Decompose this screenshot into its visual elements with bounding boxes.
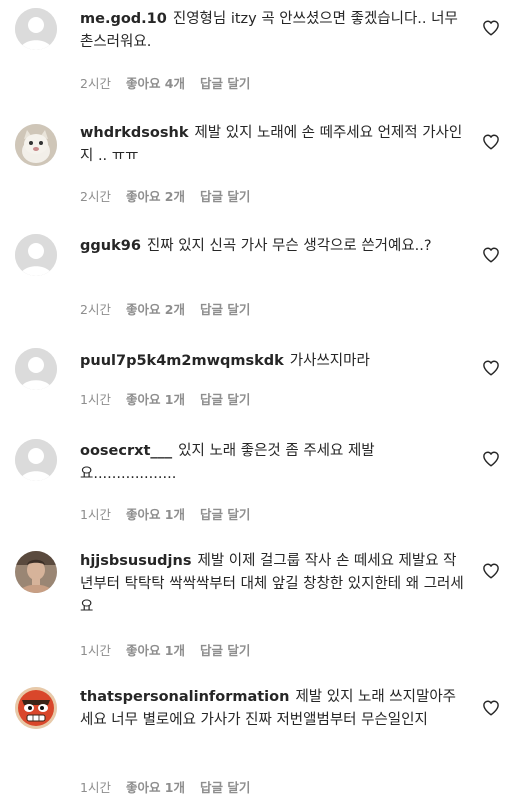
comment-time: 2시간 (80, 302, 111, 317)
comment-body: thatspersonalinformation 제발 있지 노래 쓰지말아주세요… (80, 686, 465, 732)
reply-button[interactable]: 답글 달기 (200, 73, 250, 92)
comment-likes[interactable]: 좋아요 1개 (126, 777, 185, 796)
comment-time: 1시간 (80, 780, 111, 795)
comment-text: 가사쓰지마라 (289, 353, 370, 369)
comment-meta: 2시간 좋아요 2개 답글 달기 (80, 186, 250, 205)
like-heart-icon[interactable] (482, 133, 500, 151)
like-heart-icon[interactable] (482, 450, 500, 468)
comment-time: 2시간 (80, 189, 111, 204)
default-avatar-icon[interactable] (15, 8, 57, 50)
comment-time: 1시간 (80, 507, 111, 522)
comment-meta: 1시간 좋아요 1개 답글 달기 (80, 504, 250, 523)
comment-body: oosecrxt___ 있지 노래 좋은것 좀 주세요 제발요..........… (80, 440, 465, 486)
comment-meta: 2시간 좋아요 2개 답글 달기 (80, 299, 250, 318)
default-avatar-icon[interactable] (15, 234, 57, 276)
comment-time: 1시간 (80, 392, 111, 407)
like-heart-icon[interactable] (482, 562, 500, 580)
comment-body: hjjsbsusudjns 제발 이제 걸그룹 작사 손 떼세요 제발요 작년부터… (80, 550, 465, 619)
default-avatar-icon[interactable] (15, 348, 57, 390)
comment-meta: 2시간 좋아요 4개 답글 달기 (80, 73, 250, 92)
like-heart-icon[interactable] (482, 246, 500, 264)
comment-username[interactable]: oosecrxt___ (80, 443, 172, 459)
comment-likes[interactable]: 좋아요 2개 (126, 186, 185, 205)
comment-likes[interactable]: 좋아요 4개 (126, 73, 185, 92)
like-heart-icon[interactable] (482, 359, 500, 377)
comment-username[interactable]: me.god.10 (80, 11, 167, 27)
default-avatar-icon[interactable] (15, 439, 57, 481)
cat-avatar-icon[interactable] (15, 124, 57, 166)
comment-username[interactable]: puul7p5k4m2mwqmskdk (80, 353, 284, 369)
comment-likes[interactable]: 좋아요 1개 (126, 504, 185, 523)
comment-body: whdrkdsoshk 제발 있지 노래에 손 떼주세요 언제적 가사인지 .. … (80, 122, 465, 168)
reply-button[interactable]: 답글 달기 (200, 299, 250, 318)
comment-meta: 1시간 좋아요 1개 답글 달기 (80, 640, 250, 659)
reply-button[interactable]: 답글 달기 (200, 186, 250, 205)
reply-button[interactable]: 답글 달기 (200, 640, 250, 659)
reply-button[interactable]: 답글 달기 (200, 389, 250, 408)
comment-likes[interactable]: 좋아요 1개 (126, 640, 185, 659)
person-photo-avatar-icon[interactable] (15, 551, 57, 593)
comment-likes[interactable]: 좋아요 2개 (126, 299, 185, 318)
comment-likes[interactable]: 좋아요 1개 (126, 389, 185, 408)
comment-username[interactable]: hjjsbsusudjns (80, 553, 191, 569)
comment-text: 진짜 있지 신곡 가사 무슨 생각으로 쓴거예요..? (146, 238, 432, 254)
comment-time: 2시간 (80, 76, 111, 91)
comment-body: me.god.10 진영형님 itzy 곡 안쓰셨으면 좋겠습니다.. 너무 촌스… (80, 8, 465, 54)
comment-meta: 1시간 좋아요 1개 답글 달기 (80, 777, 250, 796)
comment-username[interactable]: whdrkdsoshk (80, 125, 188, 141)
comment-meta: 1시간 좋아요 1개 답글 달기 (80, 389, 250, 408)
comment-body: puul7p5k4m2mwqmskdk 가사쓰지마라 (80, 350, 465, 373)
comment-body: gguk96 진짜 있지 신곡 가사 무슨 생각으로 쓴거예요..? (80, 235, 465, 258)
like-heart-icon[interactable] (482, 19, 500, 37)
reply-button[interactable]: 답글 달기 (200, 504, 250, 523)
reply-button[interactable]: 답글 달기 (200, 777, 250, 796)
comment-time: 1시간 (80, 643, 111, 658)
like-heart-icon[interactable] (482, 699, 500, 717)
comment-username[interactable]: gguk96 (80, 238, 141, 254)
comment-username[interactable]: thatspersonalinformation (80, 689, 289, 705)
cartoon-face-avatar-icon[interactable] (15, 687, 57, 729)
